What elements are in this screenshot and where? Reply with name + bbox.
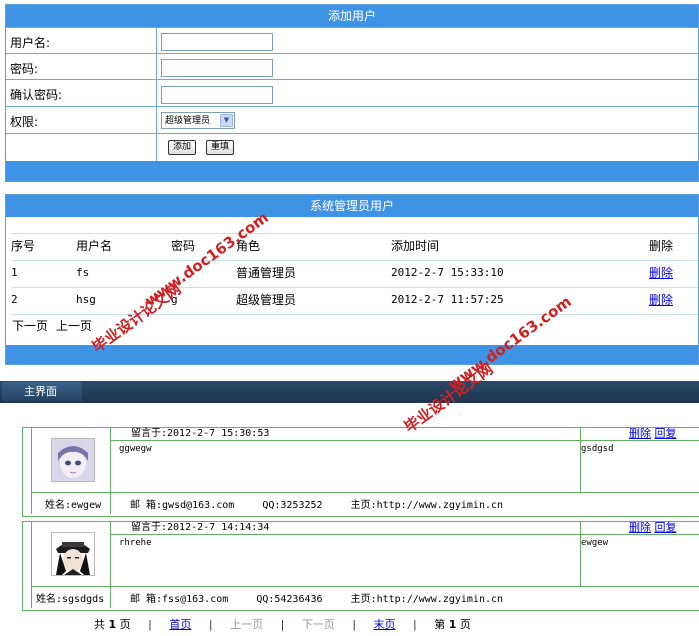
avatar: [51, 438, 95, 482]
message-time: 留言于:2012-2-7 14:14:34: [131, 522, 270, 533]
message-info: 邮 箱:fss@163.com QQ:54236436 主页:http://ww…: [130, 590, 525, 605]
pager-total-pages: 1: [108, 618, 117, 631]
row-id: 1: [11, 266, 18, 279]
confirm-password-input[interactable]: [161, 86, 273, 104]
chevron-down-icon[interactable]: ▼: [220, 114, 233, 127]
delete-link[interactable]: 删除: [629, 427, 651, 440]
next-page-link: 下一页: [301, 618, 335, 631]
header-delete: 删除: [649, 239, 674, 253]
author-name: 姓名:ewgew: [45, 500, 102, 511]
row-id: 2: [11, 293, 18, 306]
row-delete-link[interactable]: 删除: [649, 288, 673, 312]
add-user-footer-bar: [6, 161, 698, 181]
prev-page-link: 上一页: [230, 618, 264, 631]
table-row: 2 hsg g 超级管理员 2012-2-7 11:57:25 删除: [11, 288, 698, 315]
add-button[interactable]: 添加: [168, 140, 196, 155]
reply-link[interactable]: 回复: [655, 427, 677, 440]
pager-current-page: 1: [448, 618, 457, 631]
button-row: 添加 重填: [6, 133, 698, 161]
header-id: 序号: [11, 239, 36, 253]
confirm-password-label: 确认密码:: [10, 88, 63, 102]
board-pager: 共 1 页 | 首页 | 上一页 | 下一页 | 末页 | 第 1 页: [94, 618, 471, 631]
avatar: [51, 532, 95, 576]
password-row: 密码:: [6, 53, 698, 79]
author-email: 邮 箱:gwsd@163.com: [130, 500, 235, 511]
message-content: ggwegw: [119, 444, 152, 454]
message-actions: 删除 回复: [629, 522, 677, 534]
delete-link[interactable]: 删除: [629, 521, 651, 534]
header-username: 用户名: [76, 239, 113, 253]
author-homepage: 主页:http://www.zgyimin.cn: [350, 500, 504, 511]
role-label: 权限:: [10, 115, 39, 129]
message-time: 留言于:2012-2-7 15:30:53: [131, 428, 270, 439]
author-homepage: 主页:http://www.zgyimin.cn: [350, 594, 504, 605]
author-qq: QQ:3253252: [262, 500, 323, 511]
last-page-link[interactable]: 末页: [374, 618, 396, 631]
message-info: 邮 箱:gwsd@163.com QQ:3253252 主页:http://ww…: [130, 496, 525, 511]
row-time: 2012-2-7 11:57:25: [391, 293, 504, 306]
role-select-value: 超级管理员: [165, 116, 211, 126]
role-row: 权限: 超级管理员 ▼: [6, 106, 698, 133]
next-page-link[interactable]: 下一页: [12, 319, 48, 333]
author-qq: QQ:54236436: [256, 594, 323, 605]
row-role: 普通管理员: [236, 266, 297, 280]
first-page-link[interactable]: 首页: [169, 618, 191, 631]
message-reply: gsdgsd: [581, 444, 614, 454]
message-actions: 删除 回复: [629, 428, 677, 440]
table-header-row: 序号 用户名 密码 角色 添加时间 删除: [11, 233, 698, 261]
confirm-password-row: 确认密码:: [6, 79, 698, 106]
header-time: 添加时间: [391, 239, 440, 253]
username-row: 用户名:: [6, 27, 698, 53]
row-time: 2012-2-7 15:33:10: [391, 266, 504, 279]
admin-list-title: 系统管理员用户: [6, 195, 698, 217]
row-username: hsg: [76, 293, 96, 306]
add-user-panel: 添加用户 用户名: 密码: 确认密码: 权限: 超级管理员 ▼ 添加 重填: [5, 4, 699, 182]
password-input[interactable]: [161, 59, 273, 77]
username-input[interactable]: [161, 33, 273, 51]
pager-total-suffix: 页: [119, 618, 131, 631]
add-user-title: 添加用户: [6, 5, 698, 27]
header-password: 密码: [171, 239, 196, 253]
reset-button[interactable]: 重填: [206, 140, 234, 155]
message-board: 姓名:ewgew 留言于:2012-2-7 15:30:53 删除 回复 ggw…: [0, 403, 699, 636]
message-reply: ewgew: [581, 538, 609, 548]
message-item: 姓名:sgsdgds 留言于:2012-2-7 14:14:34 删除 回复 r…: [22, 521, 699, 611]
username-label: 用户名:: [10, 36, 51, 50]
tab-main[interactable]: 主界面: [2, 382, 82, 402]
password-label: 密码:: [10, 62, 39, 76]
admin-table: 序号 用户名 密码 角色 添加时间 删除 1 fs 普通管理员 2012-2-7…: [11, 233, 698, 315]
message-content: rhrehe: [119, 538, 152, 548]
role-select[interactable]: 超级管理员 ▼: [161, 112, 235, 129]
row-role: 超级管理员: [236, 293, 297, 307]
table-row: 1 fs 普通管理员 2012-2-7 15:33:10 删除: [11, 261, 698, 288]
author-email: 邮 箱:fss@163.com: [130, 594, 229, 605]
row-username: fs: [76, 266, 90, 279]
reply-link[interactable]: 回复: [655, 521, 677, 534]
pager-current-prefix: 第: [434, 618, 446, 631]
prev-page-link[interactable]: 上一页: [56, 319, 92, 333]
author-name: 姓名:sgsdgds: [36, 594, 105, 605]
message-item: 姓名:ewgew 留言于:2012-2-7 15:30:53 删除 回复 ggw…: [22, 427, 699, 517]
admin-list-pager: 下一页 上一页: [12, 317, 92, 334]
main-tab-bar: [0, 381, 699, 403]
pager-current-suffix: 页: [459, 618, 471, 631]
pager-total-prefix: 共: [94, 618, 105, 631]
row-delete-link[interactable]: 删除: [649, 261, 673, 285]
